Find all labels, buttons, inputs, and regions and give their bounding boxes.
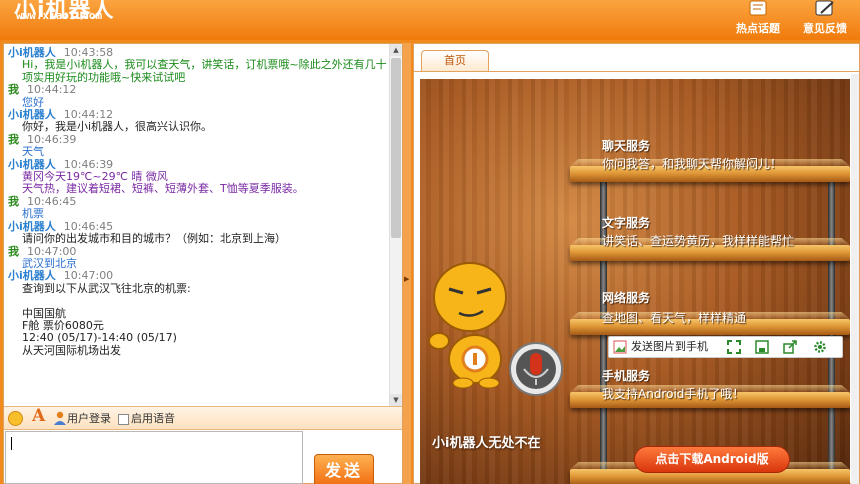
message-text: 你好，我是小i机器人，很高兴认识你。 bbox=[22, 120, 213, 134]
message-time: 10:46:45 bbox=[27, 194, 77, 208]
message-time: 10:46:45 bbox=[63, 219, 114, 233]
scroll-up-arrow-icon[interactable]: ▲ bbox=[390, 44, 402, 56]
tab-divider bbox=[414, 71, 860, 72]
collapse-arrow-icon[interactable]: ▶ bbox=[404, 275, 409, 283]
hot-topics-button[interactable]: 热点话题 bbox=[730, 0, 786, 40]
text-caret bbox=[11, 437, 12, 450]
chat-log[interactable]: 小i机器人 10:43:58 Hi，我是小i机器人，我可以查天气，讲笑话，订机票哦~… bbox=[4, 44, 390, 406]
feedback-label: 意见反馈 bbox=[803, 22, 847, 35]
message-time: 10:46:39 bbox=[27, 132, 77, 146]
chat-message-header: 小i机器人 10:47:00 bbox=[8, 270, 390, 282]
message-sender: 我 bbox=[8, 244, 19, 258]
chat-message-header: 我 10:44:12 bbox=[8, 84, 390, 96]
chat-toolbar: A 用户登录 启用语音 bbox=[4, 406, 402, 430]
picture-icon bbox=[613, 340, 627, 354]
message-text: 黄冈今天19℃~29℃ 晴 微风 天气热，建议着短裙、短裤、短薄外套、T恤等夏季… bbox=[22, 170, 304, 196]
save-icon[interactable] bbox=[755, 340, 769, 354]
service-web-title[interactable]: 网络服务 bbox=[602, 289, 650, 306]
message-sender: 我 bbox=[8, 132, 19, 146]
chat-message-header: 我 10:46:45 bbox=[8, 194, 390, 208]
settings-gear-icon[interactable] bbox=[813, 340, 827, 354]
voice-label: 启用语音 bbox=[131, 412, 175, 425]
feedback-icon bbox=[815, 0, 834, 16]
send-picture-bar[interactable]: 发送图片到手机 bbox=[608, 336, 843, 358]
right-scrollbar[interactable] bbox=[851, 74, 859, 484]
message-text: 天气 bbox=[22, 145, 44, 159]
service-text-desc[interactable]: 讲笑话、查运势黄历，我样样能帮忙 bbox=[602, 232, 794, 249]
feedback-button[interactable]: 意见反馈 bbox=[797, 0, 853, 40]
service-mobile-desc[interactable]: 我支持Android手机了哦！ bbox=[602, 385, 744, 402]
message-sender: 小i机器人 bbox=[8, 157, 56, 171]
microphone-icon[interactable] bbox=[508, 341, 564, 397]
message-text: 机票 bbox=[22, 207, 44, 221]
service-chat-desc[interactable]: 你问我答，和我聊天帮你解闷儿！ bbox=[602, 155, 782, 172]
tab-home[interactable]: 首页 bbox=[421, 50, 489, 72]
tagline: 小i机器人无处不在 bbox=[432, 436, 541, 451]
message-sender: 我 bbox=[8, 194, 19, 208]
chat-message-header: 我 10:46:39 bbox=[8, 132, 390, 146]
message-input[interactable] bbox=[5, 431, 303, 484]
message-time: 10:47:00 bbox=[63, 269, 114, 283]
emoticon-icon[interactable] bbox=[8, 411, 23, 426]
home-stage: 聊天服务 你问我答，和我聊天帮你解闷儿！ 文字服务 讲笑话、查运势黄历，我样样能… bbox=[420, 79, 850, 484]
message-time: 10:46:39 bbox=[63, 157, 114, 171]
user-login-link[interactable]: 用户登录 bbox=[67, 411, 111, 427]
message-sender: 小i机器人 bbox=[8, 219, 56, 233]
message-time: 10:47:00 bbox=[27, 244, 77, 258]
service-mobile-title[interactable]: 手机服务 bbox=[602, 367, 650, 384]
user-icon[interactable] bbox=[54, 411, 66, 425]
scroll-down-arrow-icon[interactable]: ▼ bbox=[390, 394, 402, 406]
logo-url: www.xiaoi.com bbox=[16, 9, 103, 22]
panel-splitter[interactable]: ▶ bbox=[403, 43, 411, 484]
chat-panel: 小i机器人 10:43:58 Hi，我是小i机器人，我可以查天气，讲笑话，订机票哦~… bbox=[3, 43, 403, 484]
right-panel: 首页 聊天服务 你问我答，和我聊天帮你解闷儿！ 文字服务 讲笑话、查运势黄历，我… bbox=[413, 43, 860, 484]
message-text: 查询到以下从武汉飞往北京的机票: 中国国航 F舱 票价6080元 12:40 (… bbox=[22, 281, 191, 357]
hot-topics-icon bbox=[749, 0, 767, 16]
service-chat-title[interactable]: 聊天服务 bbox=[602, 137, 650, 154]
service-text-title[interactable]: 文字服务 bbox=[602, 214, 650, 231]
download-android-button[interactable]: 点击下载Android版 bbox=[634, 446, 790, 473]
message-time: 10:44:12 bbox=[27, 83, 77, 97]
message-text: Hi，我是小i机器人，我可以查天气，讲笑话，订机票哦~除此之外还有几十项实用好玩… bbox=[22, 58, 387, 84]
share-icon[interactable] bbox=[783, 340, 797, 354]
service-web-desc[interactable]: 查地图、看天气，样样精通 bbox=[602, 309, 746, 326]
voice-checkbox[interactable] bbox=[118, 414, 129, 425]
hot-topics-label: 热点话题 bbox=[736, 22, 780, 35]
robot-mascot-icon bbox=[428, 262, 507, 389]
message-text: 请问你的出发城市和目的城市？（例如：北京到上海） bbox=[22, 232, 286, 246]
message-sender: 我 bbox=[8, 83, 19, 97]
font-icon[interactable]: A bbox=[32, 408, 45, 425]
send-picture-label: 发送图片到手机 bbox=[631, 340, 708, 353]
scroll-thumb[interactable] bbox=[391, 58, 401, 238]
message-sender: 小i机器人 bbox=[8, 269, 56, 283]
fullscreen-icon[interactable] bbox=[727, 340, 741, 354]
app-header: 小i机器人 www.xiaoi.com 热点话题 意见反馈 bbox=[0, 0, 860, 40]
send-button[interactable]: 发送 bbox=[314, 454, 374, 484]
chat-scrollbar[interactable]: ▲ ▼ bbox=[389, 44, 402, 406]
